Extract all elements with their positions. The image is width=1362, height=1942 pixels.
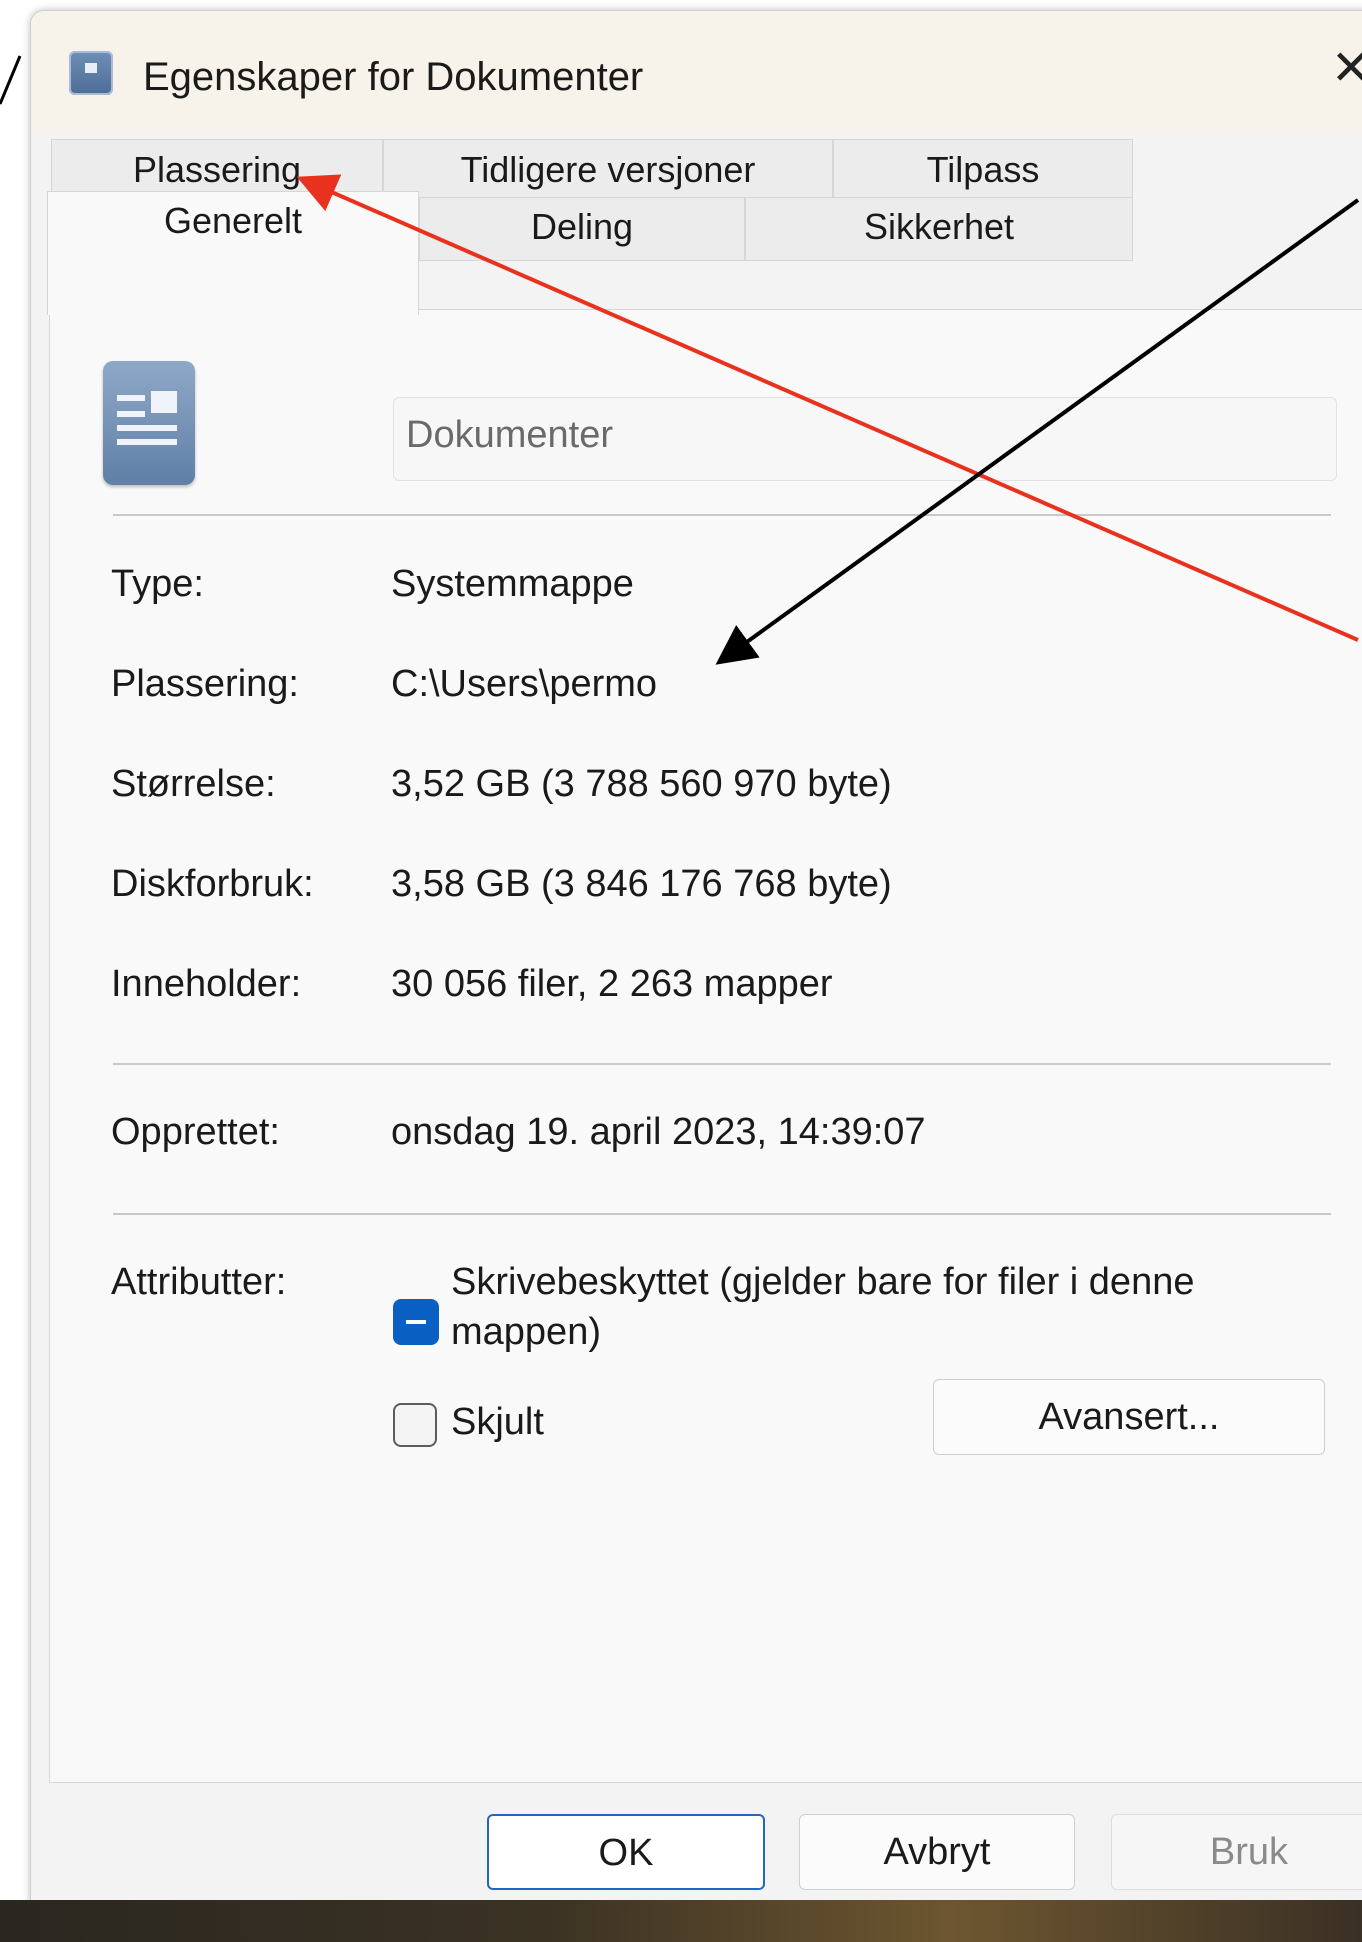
readonly-label-cont: mappen) bbox=[451, 1311, 601, 1353]
created-value: onsdag 19. april 2023, 14:39:07 bbox=[391, 1111, 926, 1153]
divider bbox=[113, 1213, 1331, 1215]
ok-button[interactable]: OK bbox=[487, 1814, 765, 1890]
contains-value: 30 056 filer, 2 263 mapper bbox=[391, 963, 833, 1005]
close-icon[interactable]: ✕ bbox=[1331, 45, 1362, 93]
size-value: 3,52 GB (3 788 560 970 byte) bbox=[391, 763, 892, 805]
folder-name-field[interactable]: Dokumenter bbox=[393, 397, 1337, 481]
attributes-label: Attributter: bbox=[111, 1261, 287, 1303]
readonly-label: Skrivebeskyttet (gjelder bare for filer … bbox=[451, 1261, 1195, 1303]
properties-dialog: Egenskaper for Dokumenter ✕ Plassering T… bbox=[30, 10, 1362, 1932]
folder-properties-icon bbox=[69, 51, 113, 95]
tab-generelt[interactable]: Generelt bbox=[47, 191, 419, 315]
type-value: Systemmappe bbox=[391, 563, 634, 605]
contains-label: Inneholder: bbox=[111, 963, 302, 1005]
divider bbox=[113, 514, 1331, 516]
apply-button[interactable]: Bruk bbox=[1111, 1814, 1362, 1890]
size-label: Størrelse: bbox=[111, 763, 276, 805]
advanced-button[interactable]: Avansert... bbox=[933, 1379, 1325, 1455]
hidden-label: Skjult bbox=[451, 1401, 544, 1443]
tab-tilpass[interactable]: Tilpass bbox=[833, 139, 1133, 201]
general-tab-panel bbox=[49, 309, 1362, 1783]
type-label: Type: bbox=[111, 563, 204, 605]
readonly-checkbox[interactable] bbox=[393, 1299, 439, 1345]
tab-tidligere-versjoner[interactable]: Tidligere versjoner bbox=[383, 139, 833, 201]
disk-usage-label: Diskforbruk: bbox=[111, 863, 314, 905]
tab-sikkerhet[interactable]: Sikkerhet bbox=[745, 197, 1133, 261]
screenshot: Egenskaper for Dokumenter ✕ Plassering T… bbox=[0, 0, 1362, 1942]
divider bbox=[113, 1063, 1331, 1065]
window-title: Egenskaper for Dokumenter bbox=[143, 55, 644, 99]
cancel-button[interactable]: Avbryt bbox=[799, 1814, 1075, 1890]
desktop-background bbox=[0, 1900, 1362, 1942]
disk-usage-value: 3,58 GB (3 846 176 768 byte) bbox=[391, 863, 892, 905]
title-bar: Egenskaper for Dokumenter ✕ bbox=[31, 11, 1362, 133]
location-label: Plassering: bbox=[111, 663, 299, 705]
created-label: Opprettet: bbox=[111, 1111, 280, 1153]
location-value: C:\Users\permo bbox=[391, 663, 658, 705]
hidden-checkbox[interactable] bbox=[393, 1403, 437, 1447]
tab-deling[interactable]: Deling bbox=[419, 197, 745, 261]
annotation-arrow-fragment bbox=[0, 55, 22, 105]
document-folder-icon bbox=[103, 361, 195, 485]
